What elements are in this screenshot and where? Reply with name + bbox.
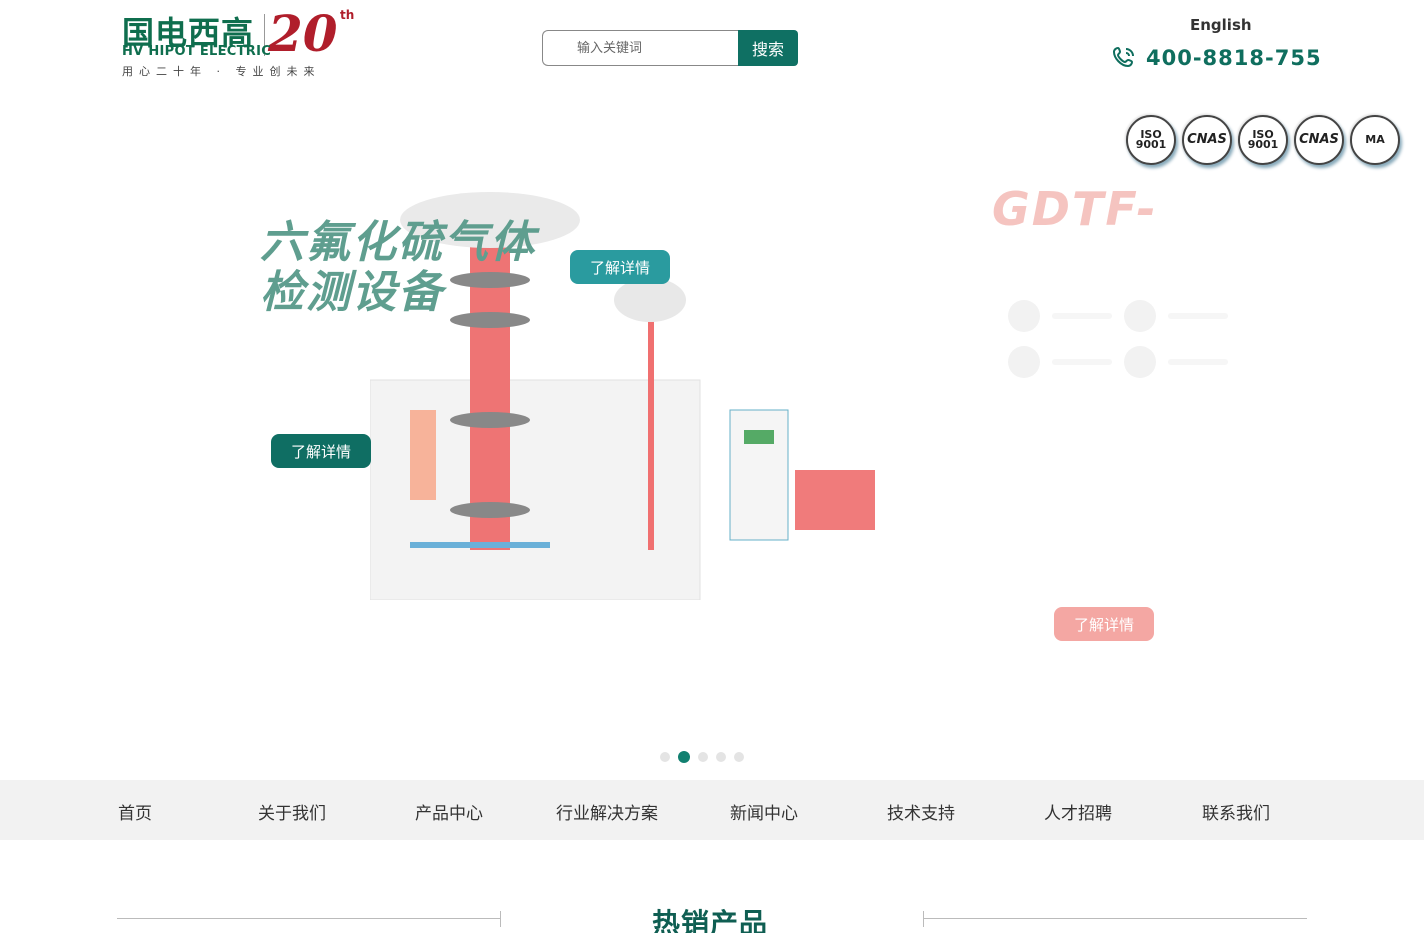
nav-item-about[interactable]: 关于我们 <box>258 799 326 824</box>
slider-dot[interactable] <box>660 752 670 762</box>
nav-item-products[interactable]: 产品中心 <box>415 799 483 824</box>
logo-english-name: HV HIPOT ELECTRIC <box>122 44 272 59</box>
feature-label <box>1168 313 1228 319</box>
slider-dot[interactable] <box>734 752 744 762</box>
banner-title-line-1: 六氟化硫气体 <box>260 217 536 268</box>
feature-icon <box>1008 300 1040 332</box>
learn-more-button[interactable]: 了解详情 <box>570 250 671 284</box>
site-logo[interactable]: 国电西高 20 th HV HIPOT ELECTRIC 用心二十年 · 专业创… <box>120 4 365 78</box>
search-bar: 搜索 <box>542 30 798 66</box>
search-button[interactable]: 搜索 <box>738 30 798 66</box>
language-switch[interactable]: English <box>1190 16 1252 34</box>
nav-item-contact[interactable]: 联系我们 <box>1202 799 1270 824</box>
feature-label <box>1052 313 1112 319</box>
feature-icon <box>1124 300 1156 332</box>
section-title: 热销产品 <box>652 907 769 933</box>
section-divider-left-cap <box>500 911 501 927</box>
section-divider-left <box>117 918 501 919</box>
learn-more-button[interactable]: 了解详情 <box>271 434 372 468</box>
nav-item-careers[interactable]: 人才招聘 <box>1044 799 1112 824</box>
search-input[interactable] <box>542 30 738 66</box>
logo-anniversary-suffix: th <box>340 8 355 22</box>
nav-item-solutions[interactable]: 行业解决方案 <box>556 799 658 824</box>
learn-more-button[interactable]: 了解详情 <box>1054 607 1155 641</box>
hotline: 400-8818-755 <box>1112 46 1322 70</box>
hero-banner: 六氟化硫气体 检测设备 了解详情 了解详情 GDTF- 了解详情 <box>0 90 1424 780</box>
main-nav: 首页 关于我们 产品中心 行业解决方案 新闻中心 技术支持 人才招聘 联系我们 <box>0 780 1424 840</box>
feature-icon <box>1008 346 1040 378</box>
section-divider-right <box>923 918 1307 919</box>
feature-label <box>1052 359 1112 365</box>
banner-title: 六氟化硫气体 检测设备 <box>260 218 536 318</box>
slider-dot[interactable] <box>698 752 708 762</box>
slider-dot-active[interactable] <box>678 751 690 763</box>
logo-anniversary-number: 20 <box>268 4 338 63</box>
banner-title-line-2: 检测设备 <box>260 267 444 318</box>
page: 国电西高 20 th HV HIPOT ELECTRIC 用心二十年 · 专业创… <box>0 0 1424 933</box>
feature-icon <box>1124 346 1156 378</box>
slider-dot[interactable] <box>716 752 726 762</box>
feature-label <box>1168 359 1228 365</box>
phone-icon <box>1112 46 1134 68</box>
section-divider-right-cap <box>923 911 924 927</box>
slider-pagination <box>660 751 752 763</box>
phone-number: 400-8818-755 <box>1146 46 1322 70</box>
banner-side-title: GDTF- <box>992 182 1158 236</box>
nav-item-support[interactable]: 技术支持 <box>887 799 955 824</box>
nav-item-news[interactable]: 新闻中心 <box>730 799 798 824</box>
logo-slogan: 用心二十年 · 专业创未来 <box>122 65 321 78</box>
nav-item-home[interactable]: 首页 <box>118 799 152 824</box>
